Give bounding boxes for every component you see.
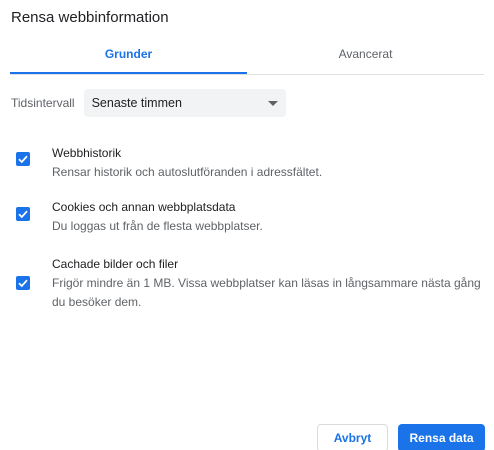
tab-advanced[interactable]: Avancerat bbox=[247, 44, 484, 73]
option-text: Cookies och annan webbplatsdata Du logga… bbox=[52, 199, 486, 236]
cached-images-checkbox[interactable] bbox=[16, 276, 30, 290]
browsing-history-checkbox[interactable] bbox=[16, 152, 30, 166]
time-range-label: Tidsintervall bbox=[11, 96, 75, 110]
check-icon bbox=[18, 155, 28, 164]
tab-basic[interactable]: Grunder bbox=[10, 44, 247, 74]
clear-browsing-data-dialog: Rensa webbinformation Grunder Avancerat … bbox=[0, 0, 494, 450]
option-title: Webbhistorik bbox=[52, 146, 122, 160]
check-icon bbox=[18, 279, 28, 288]
option-title: Cachade bilder och filer bbox=[52, 257, 179, 271]
clear-data-button[interactable]: Rensa data bbox=[398, 424, 485, 450]
time-range-row: Tidsintervall Senaste timmen bbox=[11, 89, 286, 117]
tab-bar: Grunder Avancerat bbox=[10, 44, 484, 75]
option-description: Frigör mindre än 1 MB. Vissa webbplatser… bbox=[52, 276, 481, 309]
option-text: Webbhistorik Rensar historik och autoslu… bbox=[52, 145, 486, 182]
caret-down-icon bbox=[267, 101, 278, 106]
option-title: Cookies och annan webbplatsdata bbox=[52, 200, 236, 214]
time-range-select[interactable]: Senaste timmen bbox=[83, 89, 286, 117]
option-text: Cachade bilder och filer Frigör mindre ä… bbox=[52, 256, 486, 312]
check-icon bbox=[18, 210, 28, 219]
option-description: Rensar historik och autoslutföranden i a… bbox=[52, 165, 323, 179]
dialog-footer: Avbryt Rensa data bbox=[317, 424, 485, 450]
cookies-checkbox[interactable] bbox=[16, 207, 30, 221]
cancel-button[interactable]: Avbryt bbox=[317, 424, 388, 450]
option-description: Du loggas ut från de flesta webbplatser. bbox=[52, 219, 263, 233]
dialog-title: Rensa webbinformation bbox=[11, 9, 169, 26]
time-range-value: Senaste timmen bbox=[91, 96, 182, 110]
